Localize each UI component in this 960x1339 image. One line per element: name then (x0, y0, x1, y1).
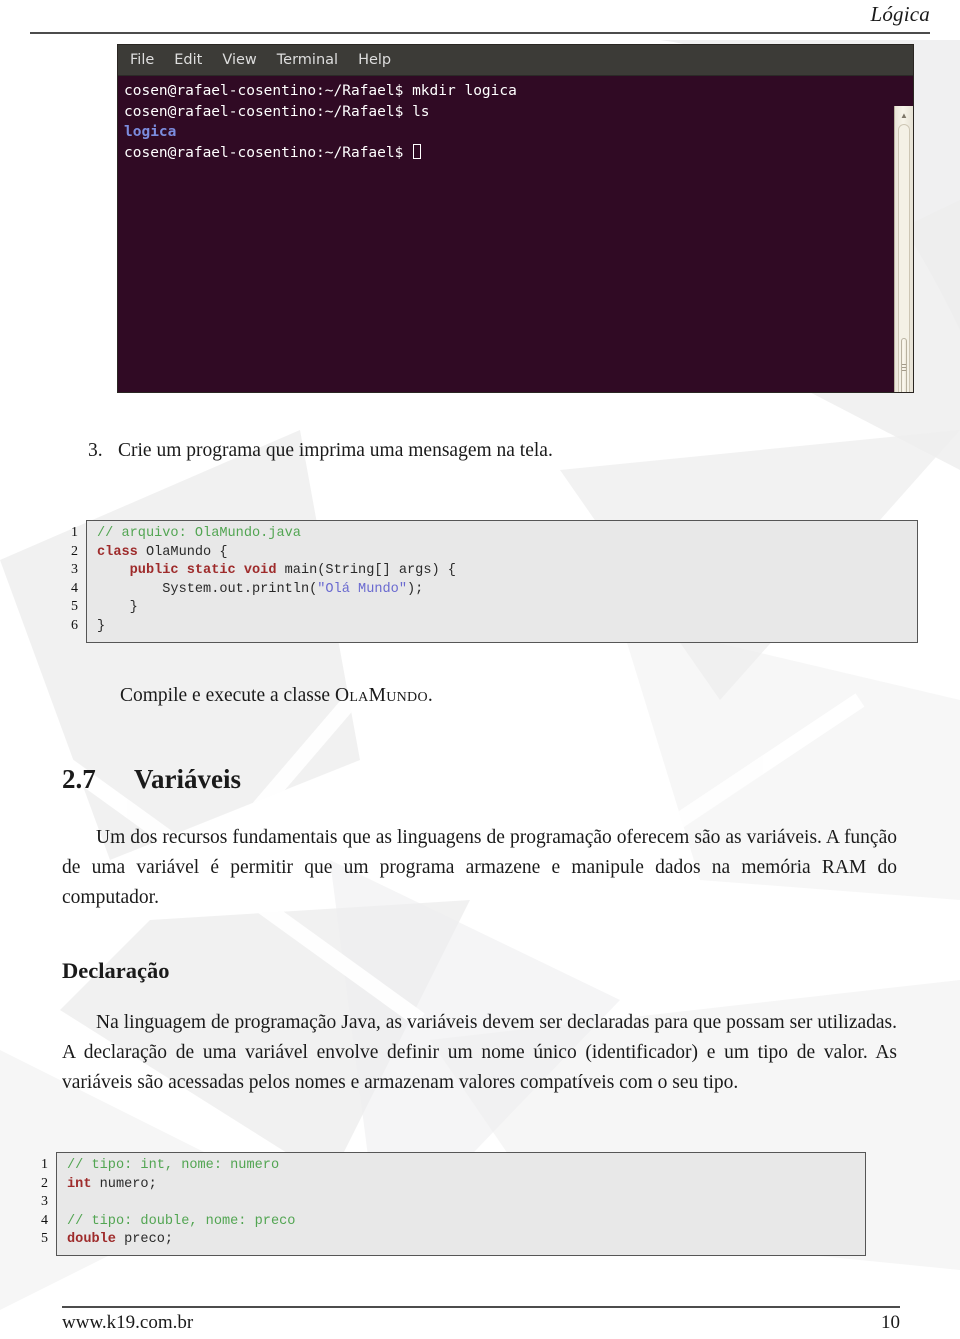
terminal-menu-terminal[interactable]: Terminal (277, 53, 338, 68)
terminal-menu-file[interactable]: File (130, 53, 154, 68)
code-token-comment: // tipo: int, nome: numero (67, 1158, 280, 1173)
code-token-comment: // arquivo: OlaMundo.java (97, 526, 301, 541)
compile-text-after: . (427, 685, 433, 706)
code-line: public static void main(String[] args) { (97, 562, 911, 581)
code-line-number: 2 (41, 1175, 48, 1191)
terminal-menu-view[interactable]: View (222, 53, 256, 68)
code-line: System.out.println("Olá Mundo"); (97, 581, 911, 600)
code-line: class OlaMundo { (97, 544, 911, 563)
code-listing-olamundo: 1 2 3 4 5 6 // arquivo: OlaMundo.java class Ol… (60, 520, 918, 643)
terminal-line-ls: cosen@rafael-cosentino:~/Rafael$ ls (124, 103, 430, 120)
running-head: Lógica (870, 2, 930, 26)
scrollbar-track[interactable] (898, 124, 910, 392)
code-line-number: 1 (41, 1157, 48, 1172)
code-line-number: 4 (71, 580, 78, 596)
code-content: // tipo: int, nome: numero int numero; // … (56, 1152, 866, 1256)
section-number: 2.7 (62, 764, 96, 794)
compile-text-before: Compile e execute a classe (120, 685, 335, 706)
subsection-heading-declaracao: Declaração (62, 958, 170, 983)
code-listing-declaracao: 1 2 3 4 5 // tipo: int, nome: numero int nume… (30, 1152, 866, 1256)
section-title: Variáveis (134, 764, 241, 794)
exercise-text: Crie um programa que imprima uma mensage… (118, 440, 553, 461)
terminal-prompt-text: cosen@rafael-cosentino:~/Rafael$ (124, 144, 413, 161)
footer-page-number: 10 (881, 1312, 900, 1333)
code-line: } (97, 618, 911, 637)
terminal-cursor (413, 143, 422, 159)
code-line-number: 3 (41, 1194, 48, 1210)
code-token-plain: OlaMundo { (137, 544, 228, 560)
code-line-number: 6 (71, 617, 78, 633)
code-token-string: "Olá Mundo" (317, 581, 407, 597)
section-heading: 2.7 Variáveis (62, 764, 241, 795)
code-token-plain: ); (407, 581, 424, 597)
code-token-comment: // tipo: double, nome: preco (67, 1213, 296, 1229)
code-line-number: 2 (71, 543, 78, 559)
scrollbar-thumb[interactable] (901, 338, 907, 392)
code-line-number: 5 (71, 599, 78, 615)
code-token-keyword: int (67, 1176, 92, 1192)
subsection-paragraph-declaracao: Na linguagem de programação Java, as var… (62, 1012, 897, 1093)
code-token-plain: main(String[] args) { (276, 563, 456, 579)
terminal-line-mkdir: cosen@rafael-cosentino:~/Rafael$ mkdir l… (124, 83, 517, 99)
scroll-up-arrow-icon[interactable]: ▲ (895, 108, 913, 124)
code-token-plain: System.out.println( (97, 581, 318, 597)
code-line: // tipo: double, nome: preco (67, 1213, 859, 1232)
code-line: // arquivo: OlaMundo.java (97, 525, 911, 544)
exercise-number: 3. (88, 440, 103, 461)
code-line: double preco; (67, 1231, 859, 1250)
terminal-menu-edit[interactable]: Edit (174, 53, 202, 68)
code-line-number: 5 (41, 1231, 48, 1247)
code-content: // arquivo: OlaMundo.java class OlaMundo … (86, 520, 918, 643)
exercise-list-item: 3. Crie um programa que imprima uma mens… (88, 440, 918, 462)
scrollbar-grip-icon (902, 363, 906, 371)
code-token-keyword: double (67, 1232, 116, 1248)
terminal-scrollbar[interactable]: ▲ ▼ (894, 106, 913, 392)
code-token-keyword: public static void (129, 563, 277, 579)
terminal-menubar: File Edit View Terminal Help (118, 45, 913, 76)
header-rule (30, 32, 930, 34)
code-line-numbers: 1 2 3 4 5 6 (60, 520, 86, 643)
code-line: // tipo: int, nome: numero (67, 1157, 859, 1176)
terminal-line-logica: logica (124, 124, 177, 140)
code-line-number: 1 (71, 525, 78, 540)
terminal-output-area[interactable]: cosen@rafael-cosentino:~/Rafael$ mkdir l… (118, 76, 913, 392)
code-line: int numero; (67, 1176, 859, 1195)
compile-instruction: Compile e execute a classe OlaMundo. (120, 681, 900, 711)
code-token-plain: } (97, 600, 138, 616)
code-line-number: 4 (41, 1212, 48, 1228)
section-paragraph-variaveis: Um dos recursos fundamentais que as ling… (62, 827, 897, 908)
code-line-numbers: 1 2 3 4 5 (30, 1152, 56, 1256)
compile-classname: OlaMundo (334, 685, 428, 706)
code-token-keyword: class (97, 544, 138, 560)
terminal-line-prompt: cosen@rafael-cosentino:~/Rafael$ (124, 143, 913, 164)
code-token-plain: numero; (91, 1176, 157, 1192)
terminal-window-screenshot: File Edit View Terminal Help cosen@rafae… (118, 45, 913, 392)
code-token-plain: preco; (115, 1232, 174, 1248)
code-line-number: 3 (71, 562, 78, 578)
footer-rule (62, 1306, 900, 1308)
code-line: } (97, 599, 911, 618)
code-token-plain: } (97, 618, 106, 634)
terminal-menu-help[interactable]: Help (358, 53, 391, 68)
